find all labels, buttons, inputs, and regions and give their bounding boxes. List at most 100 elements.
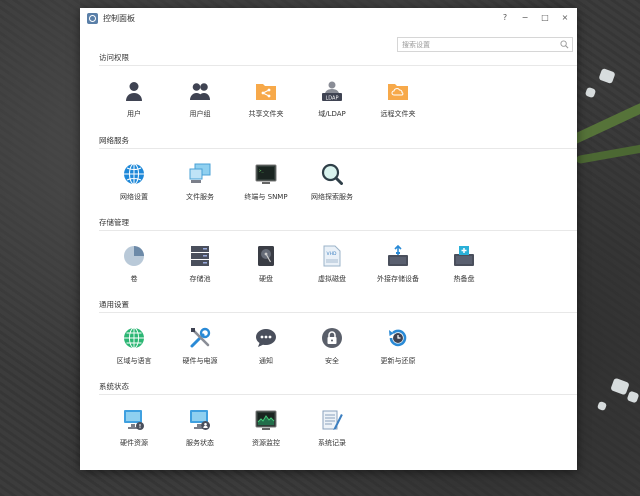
settings-item-vhd[interactable]: VHD 虚拟磁盘 xyxy=(302,245,362,291)
settings-item-system-log[interactable]: 系统记录 xyxy=(302,409,362,455)
settings-item-volume-pie[interactable]: 卷 xyxy=(104,245,164,291)
settings-item-label: 用户 xyxy=(127,110,141,118)
settings-item-label: 区域与语言 xyxy=(116,357,152,365)
system-log-icon xyxy=(321,409,343,431)
settings-item-lock[interactable]: 安全 xyxy=(302,327,362,373)
window-title: 控制面板 xyxy=(103,14,135,23)
close-button[interactable]: × xyxy=(556,12,574,24)
section-divider xyxy=(99,230,577,231)
settings-item-ldap[interactable]: LDAP 域/LDAP xyxy=(302,80,362,126)
settings-item-terminal[interactable]: >_ 终端与 SNMP xyxy=(236,163,296,209)
settings-item-label: 远程文件夹 xyxy=(380,110,416,118)
search-icon[interactable] xyxy=(560,40,569,49)
remote-folder-icon xyxy=(387,80,409,102)
title-bar[interactable]: 控制面板 ? − □ × xyxy=(80,8,577,28)
settings-item-label: 热备盘 xyxy=(453,275,475,283)
settings-item-update-restore[interactable]: 更新与还原 xyxy=(368,327,428,373)
service-status-icon xyxy=(189,409,211,431)
settings-item-hardware-monitor[interactable]: 硬件资源 xyxy=(104,409,164,455)
settings-item-label: 通知 xyxy=(259,357,273,365)
settings-item-label: 网络探索服务 xyxy=(311,193,353,201)
section-title: 通用设置 xyxy=(99,300,129,309)
control-panel-app-icon xyxy=(87,13,98,24)
settings-item-service-status[interactable]: 服务状态 xyxy=(170,409,230,455)
settings-item-label: 网络设置 xyxy=(120,193,148,201)
settings-item-label: 存储池 xyxy=(189,275,211,283)
svg-text:LDAP: LDAP xyxy=(326,95,339,101)
settings-item-label: 安全 xyxy=(325,357,339,365)
settings-item-shared-folder[interactable]: 共享文件夹 xyxy=(236,80,296,126)
settings-item-network-discovery[interactable]: 网络探索服务 xyxy=(302,163,362,209)
settings-item-label: 硬件资源 xyxy=(120,439,148,447)
settings-item-label: 硬盘 xyxy=(259,275,273,283)
lock-icon xyxy=(321,327,343,349)
file-service-icon xyxy=(189,163,211,185)
section-title: 系统状态 xyxy=(99,382,129,391)
settings-item-label: 共享文件夹 xyxy=(248,110,284,118)
settings-item-region-globe[interactable]: 区域与语言 xyxy=(104,327,164,373)
svg-text:>_: >_ xyxy=(259,168,264,173)
help-button[interactable]: ? xyxy=(496,12,514,24)
settings-item-user[interactable]: 用户 xyxy=(104,80,164,126)
hardware-monitor-icon xyxy=(123,409,145,431)
leaf-decoration xyxy=(575,143,640,165)
section-divider xyxy=(99,65,577,66)
user-icon xyxy=(123,80,145,102)
settings-item-remote-folder[interactable]: 远程文件夹 xyxy=(368,80,428,126)
settings-item-usb-storage[interactable]: 外接存储设备 xyxy=(368,244,428,291)
settings-item-file-service[interactable]: 文件服务 xyxy=(170,163,230,209)
minimize-button[interactable]: − xyxy=(516,12,534,24)
settings-item-label: 硬件与电源 xyxy=(182,357,218,365)
section-divider xyxy=(99,312,577,313)
salt-crystal xyxy=(598,67,616,85)
settings-item-label: 终端与 SNMP xyxy=(244,193,288,201)
settings-item-tools[interactable]: 硬件与电源 xyxy=(170,327,230,373)
control-panel-window: 控制面板 ? − □ × 访问权限用户 用户组 共享文件夹 LDAP 域/LDAP 远程文… xyxy=(80,8,577,470)
settings-item-label: 文件服务 xyxy=(186,193,214,201)
storage-pool-icon xyxy=(189,245,211,267)
settings-item-storage-pool[interactable]: 存储池 xyxy=(170,245,230,291)
section-title: 存储管理 xyxy=(99,218,129,227)
vhd-icon: VHD xyxy=(321,245,343,267)
region-globe-icon xyxy=(123,327,145,349)
salt-crystal xyxy=(610,377,630,396)
network-discovery-icon xyxy=(321,163,343,185)
settings-item-hot-spare[interactable]: 热备盘 xyxy=(434,245,494,291)
tools-icon xyxy=(189,327,211,349)
settings-item-notification-bubble[interactable]: 通知 xyxy=(236,327,296,373)
section-divider xyxy=(99,394,577,395)
maximize-button[interactable]: □ xyxy=(536,12,554,24)
settings-item-label: 虚拟磁盘 xyxy=(318,275,346,283)
settings-item-resource-monitor[interactable]: 资源监控 xyxy=(236,409,296,455)
salt-crystal xyxy=(584,86,597,99)
network-globe-icon xyxy=(123,163,145,185)
settings-item-label: 更新与还原 xyxy=(380,357,416,365)
section-title: 网络服务 xyxy=(99,136,129,145)
volume-pie-icon xyxy=(123,245,145,267)
hot-spare-icon xyxy=(453,245,475,267)
salt-crystal xyxy=(626,390,640,404)
settings-item-user-group[interactable]: 用户组 xyxy=(170,80,230,126)
settings-item-label: 域/LDAP xyxy=(318,110,346,118)
ldap-icon: LDAP xyxy=(321,80,343,102)
shared-folder-icon xyxy=(255,80,277,102)
notification-bubble-icon xyxy=(255,327,277,349)
settings-item-label: 系统记录 xyxy=(318,439,346,447)
settings-item-network-globe[interactable]: 网络设置 xyxy=(104,163,164,209)
settings-item-label: 资源监控 xyxy=(252,439,280,447)
settings-item-label: 卷 xyxy=(130,275,138,283)
search-box[interactable] xyxy=(397,37,573,52)
resource-monitor-icon xyxy=(255,409,277,431)
settings-item-label: 外接存储设备 xyxy=(377,275,419,283)
svg-text:VHD: VHD xyxy=(327,251,337,257)
salt-crystal xyxy=(596,400,608,412)
usb-storage-icon xyxy=(387,244,409,267)
section-title: 访问权限 xyxy=(99,53,129,62)
user-group-icon xyxy=(189,80,211,102)
update-restore-icon xyxy=(387,327,409,349)
search-input[interactable] xyxy=(402,40,552,50)
settings-item-hard-disk[interactable]: 硬盘 xyxy=(236,245,296,291)
hard-disk-icon xyxy=(255,245,277,267)
settings-item-label: 服务状态 xyxy=(186,439,214,447)
section-divider xyxy=(99,148,577,149)
